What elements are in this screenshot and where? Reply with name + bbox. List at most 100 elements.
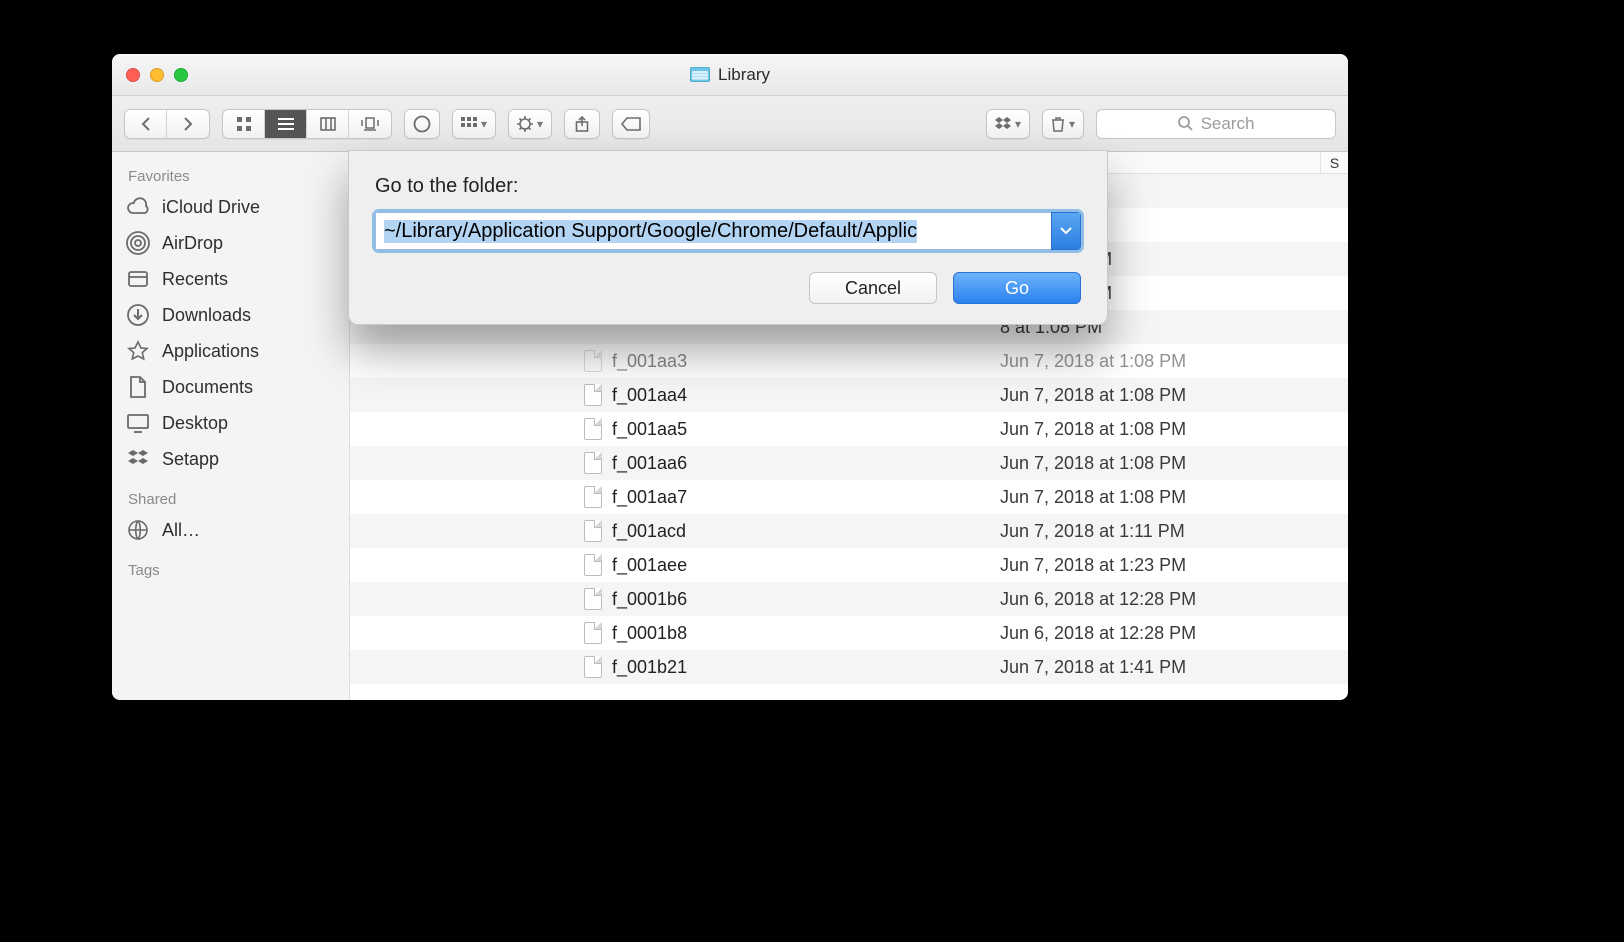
trash-menu-button[interactable]: ▾ [1042, 109, 1084, 139]
file-icon [584, 350, 602, 372]
table-row[interactable]: f_001aa6 Jun 7, 2018 at 1:08 PM [350, 446, 1348, 480]
table-row[interactable]: f_001aa5 Jun 7, 2018 at 1:08 PM [350, 412, 1348, 446]
file-date: Jun 7, 2018 at 1:08 PM [1000, 385, 1320, 406]
tags-button[interactable] [612, 109, 650, 139]
documents-icon [126, 375, 150, 399]
sidebar-item-label: Applications [162, 341, 259, 362]
action-menu-button[interactable]: ▾ [508, 109, 552, 139]
list-view-button[interactable] [265, 110, 307, 138]
desktop-icon [126, 411, 150, 435]
sidebar-section-tags: Tags [112, 556, 349, 583]
sidebar-item-label: Downloads [162, 305, 251, 326]
file-name: f_001aa3 [612, 351, 687, 372]
file-date: Jun 7, 2018 at 1:08 PM [1000, 351, 1320, 372]
file-icon [584, 452, 602, 474]
window-title: Library [112, 65, 1348, 85]
file-name: f_001aa6 [612, 453, 687, 474]
sidebar-item-label: AirDrop [162, 233, 223, 254]
sidebar-item-recents[interactable]: Recents [112, 261, 349, 297]
sidebar-item-label: Recents [162, 269, 228, 290]
titlebar: Library [112, 54, 1348, 96]
path-input[interactable] [375, 212, 1051, 250]
finder-window: Library [112, 54, 1348, 700]
file-date: Jun 7, 2018 at 1:08 PM [1000, 487, 1320, 508]
downloads-icon [126, 303, 150, 327]
chevron-down-icon: ▾ [1069, 117, 1075, 131]
file-icon [584, 554, 602, 576]
view-switcher [222, 109, 392, 139]
file-date: Jun 6, 2018 at 12:28 PM [1000, 623, 1320, 644]
table-row[interactable]: f_0001b6Jun 6, 2018 at 12:28 PM [350, 582, 1348, 616]
sidebar-section-favorites: Favorites [112, 162, 349, 189]
file-icon [584, 622, 602, 644]
share-button[interactable] [564, 109, 600, 139]
chevron-down-icon: ▾ [1015, 117, 1021, 131]
chevron-down-icon: ▾ [537, 117, 543, 131]
gallery-view-button[interactable] [349, 110, 391, 138]
cancel-button[interactable]: Cancel [809, 272, 937, 304]
zoom-window-button[interactable] [174, 68, 188, 82]
sidebar-item-desktop[interactable]: Desktop [112, 405, 349, 441]
get-info-button[interactable] [404, 109, 440, 139]
cloud-icon [126, 195, 150, 219]
setapp-icon [126, 447, 150, 471]
table-row[interactable]: f_001aeeJun 7, 2018 at 1:23 PM [350, 548, 1348, 582]
sidebar-item-label: Desktop [162, 413, 228, 434]
sheet-buttons: Cancel Go [375, 272, 1081, 304]
sidebar-item-applications[interactable]: Applications [112, 333, 349, 369]
sidebar-item-icloud-drive[interactable]: iCloud Drive [112, 189, 349, 225]
nav-buttons [124, 109, 210, 139]
table-row[interactable]: f_001b21Jun 7, 2018 at 1:41 PM [350, 650, 1348, 684]
table-row[interactable]: f_001aa4 Jun 7, 2018 at 1:08 PM [350, 378, 1348, 412]
chevron-down-icon: ▾ [481, 117, 487, 131]
table-row[interactable]: f_001aa7Jun 7, 2018 at 1:08 PM [350, 480, 1348, 514]
file-icon [584, 520, 602, 542]
chevron-down-icon [1060, 227, 1072, 235]
close-window-button[interactable] [126, 68, 140, 82]
sidebar-item-airdrop[interactable]: AirDrop [112, 225, 349, 261]
file-icon [584, 656, 602, 678]
window-title-text: Library [718, 65, 770, 85]
column-size[interactable]: S [1320, 152, 1348, 173]
search-field[interactable]: Search [1096, 109, 1336, 139]
icon-view-button[interactable] [223, 110, 265, 138]
file-name: f_001aa4 [612, 385, 687, 406]
sidebar-section-shared: Shared [112, 485, 349, 512]
arrange-menu-button[interactable]: ▾ [452, 109, 496, 139]
go-to-folder-label: Go to the folder: [375, 175, 1081, 198]
sidebar-item-label: iCloud Drive [162, 197, 260, 218]
path-combobox [375, 212, 1081, 250]
sidebar-item-documents[interactable]: Documents [112, 369, 349, 405]
traffic-lights [126, 68, 188, 82]
sidebar-item-label: Setapp [162, 449, 219, 470]
file-name: f_001aee [612, 555, 687, 576]
file-date: Jun 7, 2018 at 1:08 PM [1000, 419, 1320, 440]
file-date: Jun 6, 2018 at 12:28 PM [1000, 589, 1320, 610]
table-row[interactable]: f_001aa3 Jun 7, 2018 at 1:08 PM [350, 344, 1348, 378]
file-icon [584, 486, 602, 508]
table-row[interactable]: f_001acdJun 7, 2018 at 1:11 PM [350, 514, 1348, 548]
recents-icon [126, 267, 150, 291]
applications-icon [126, 339, 150, 363]
forward-button[interactable] [167, 110, 209, 138]
sidebar-item-setapp[interactable]: Setapp [112, 441, 349, 477]
file-date: Jun 7, 2018 at 1:11 PM [1000, 521, 1320, 542]
file-icon [584, 384, 602, 406]
search-placeholder: Search [1201, 114, 1255, 134]
sidebar-item-all-shared[interactable]: All… [112, 512, 349, 548]
sidebar-item-downloads[interactable]: Downloads [112, 297, 349, 333]
go-button[interactable]: Go [953, 272, 1081, 304]
sidebar: Favorites iCloud Drive AirDrop Recents Down… [112, 152, 350, 700]
dropbox-menu-button[interactable]: ▾ [986, 109, 1030, 139]
path-history-toggle[interactable] [1051, 212, 1081, 250]
back-button[interactable] [125, 110, 167, 138]
file-icon [584, 588, 602, 610]
file-date: Jun 7, 2018 at 1:08 PM [1000, 453, 1320, 474]
folder-icon [690, 67, 710, 82]
table-row[interactable]: f_0001b8Jun 6, 2018 at 12:28 PM [350, 616, 1348, 650]
column-view-button[interactable] [307, 110, 349, 138]
minimize-window-button[interactable] [150, 68, 164, 82]
network-icon [126, 518, 150, 542]
file-name: f_001aa5 [612, 419, 687, 440]
sidebar-item-label: All… [162, 520, 200, 541]
